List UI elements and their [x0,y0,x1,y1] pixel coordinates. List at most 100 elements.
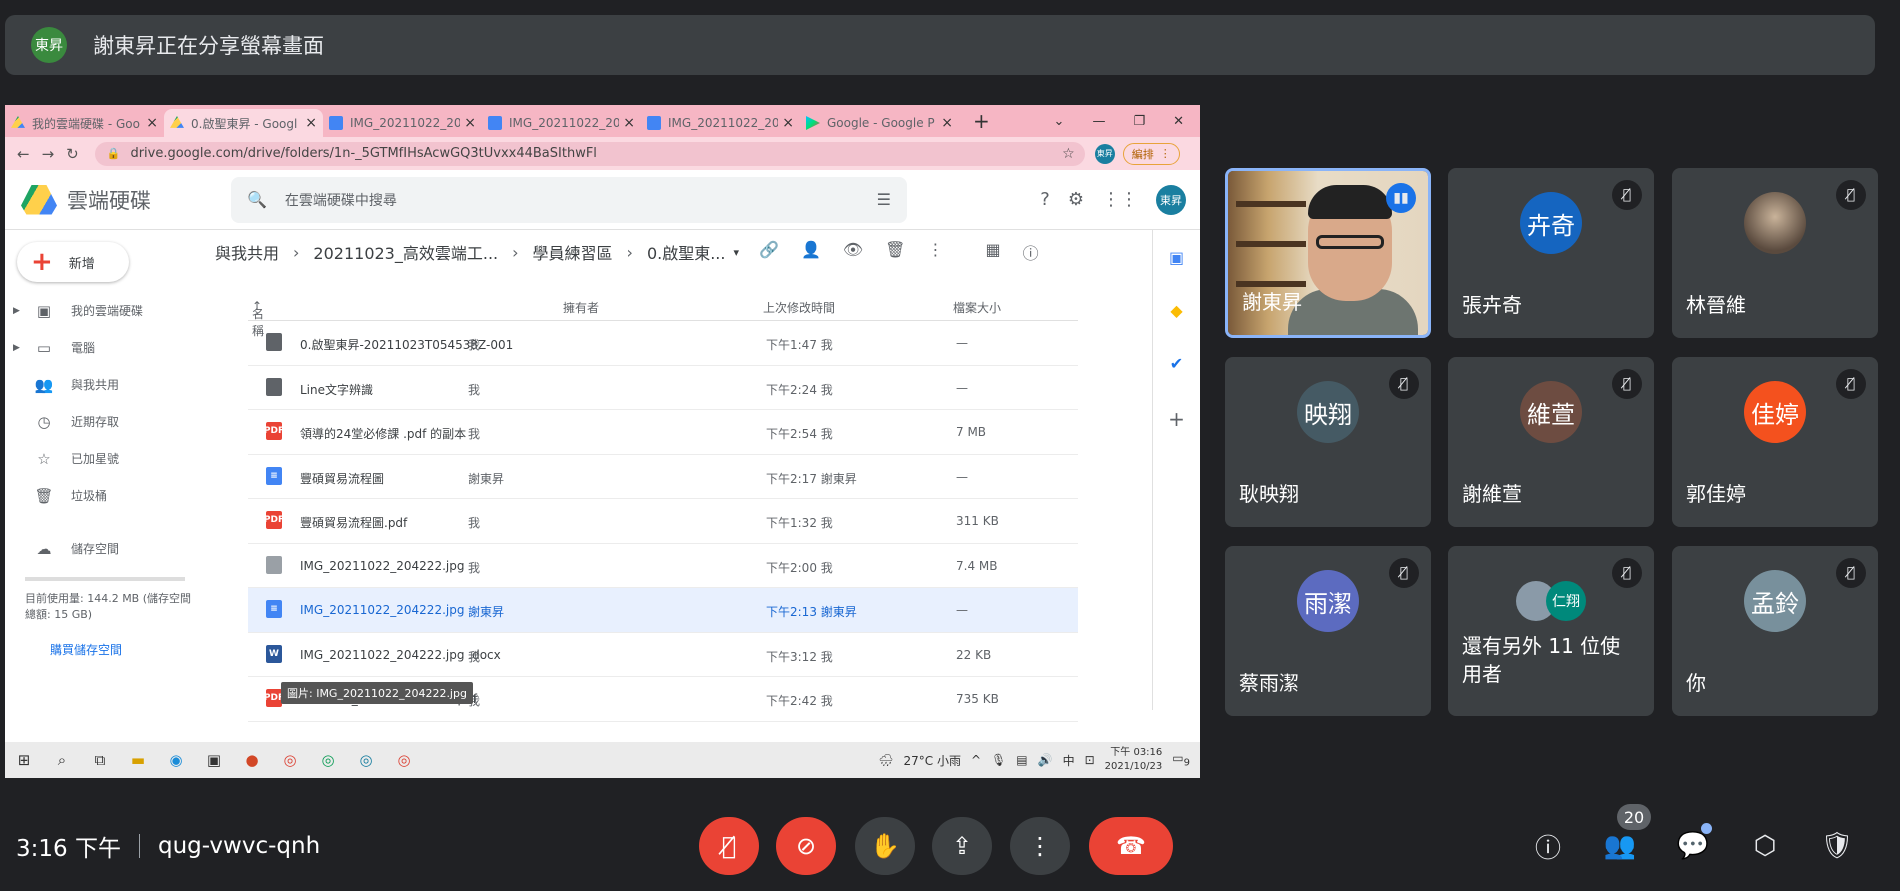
column-name[interactable]: 名稱 ↑ [252,299,264,338]
edit-button[interactable]: 編排 ⋮ [1122,142,1180,165]
participant-tile[interactable]: 🎙̸ 卉奇 張卉奇 [1448,168,1654,338]
file-explorer-icon[interactable]: ▬ [119,751,157,769]
browser-tab[interactable]: Google - Google P × [800,109,959,137]
close-tab-icon[interactable]: × [464,115,476,131]
close-tab-icon[interactable]: × [146,115,158,131]
mic-off-button[interactable]: 🎙̸ [699,817,759,875]
sidebar-item-shared[interactable]: 👥 與我共用 [5,366,200,403]
browser-profile-avatar[interactable]: 東昇 [1094,143,1115,164]
drive-search-input[interactable]: 🔍 在雲端硬碟中搜尋 ☰ [231,176,907,223]
reload-icon[interactable]: ↻ [66,145,79,163]
file-row[interactable]: Line文字辨識 我 下午2:24 我 — [248,366,1078,410]
help-icon[interactable]: ? [1040,189,1050,210]
breadcrumb-item[interactable]: 學員練習區 [533,240,613,264]
edge-icon[interactable]: ◉ [157,751,195,769]
close-window-icon[interactable]: ✕ [1173,114,1184,129]
expand-arrow-icon[interactable]: ▶ [13,306,27,316]
participant-tile[interactable]: ▮▮ 謝東昇 [1225,168,1431,338]
camera-off-button[interactable]: ⊘ [776,817,836,875]
sidebar-item-recent[interactable]: ◷ 近期存取 [5,403,200,440]
tasks-icon[interactable]: ✔ [1170,354,1183,373]
breadcrumb-item[interactable]: 與我共用 [215,240,279,264]
account-avatar[interactable]: 東昇 [1156,184,1186,215]
volume-icon[interactable]: 🔊 [1038,753,1053,767]
sidebar-item-trash[interactable]: 🗑 垃圾桶 [5,477,200,514]
expand-arrow-icon[interactable]: ▶ [13,343,27,353]
browser-tab[interactable]: IMG_20211022_20 × [323,109,482,137]
chrome-profile-icon[interactable]: ◎ [347,751,385,769]
tab-search-icon[interactable]: ⌄ [1054,114,1065,129]
breadcrumb-item-current[interactable]: 0.啟聖東... [647,240,726,264]
sidebar-item-starred[interactable]: ☆ 已加星號 [5,440,200,477]
participant-tile[interactable]: 🎙̸ 林晉維 [1672,168,1878,338]
file-row[interactable]: PDF 豐碩貿易流程圖.pdf 我 下午1:32 我 311 KB [248,499,1078,544]
close-tab-icon[interactable]: × [782,115,794,131]
restore-icon[interactable]: ❐ [1133,114,1145,129]
file-row[interactable]: IMG_20211022_204222.jpg 我 下午2:00 我 7.4 MB [248,544,1078,588]
minimize-icon[interactable]: — [1092,114,1105,129]
info-icon[interactable]: ⓘ [1023,240,1039,264]
browser-tab[interactable]: IMG_20211022_20 × [641,109,800,137]
participant-tile[interactable]: 🎙̸ 佳婷 郭佳婷 [1672,357,1878,527]
preview-eye-icon[interactable]: 👁 [843,240,863,264]
close-tab-icon[interactable]: × [941,115,953,131]
bookmark-star-icon[interactable]: ☆ [1062,146,1075,162]
participant-tile[interactable]: 🎙̸ 孟鈴你 [1672,546,1878,716]
close-tab-icon[interactable]: × [623,115,635,131]
delete-icon[interactable]: 🗑 [885,240,905,264]
file-row[interactable]: ≡ 豐碩貿易流程圖 謝東昇 下午2:17 謝東昇 — [248,455,1078,499]
store-icon[interactable]: ▣ [195,751,233,769]
add-addon-icon[interactable]: + [1168,407,1185,431]
chrome-icon[interactable]: ◎ [271,751,309,769]
people-button[interactable]: 👥 [1602,828,1638,864]
participant-tile[interactable]: 🎙̸ 雨潔 蔡雨潔 [1225,546,1431,716]
buy-storage-link[interactable]: 購買儲存空間 [50,641,200,658]
browser-tab[interactable]: 我的雲端硬碟 - Goo × [5,109,164,137]
more-options-button[interactable]: ⋮ [1010,817,1070,875]
chrome-icon[interactable]: ◎ [385,751,423,769]
search-options-icon[interactable]: ☰ [877,190,891,209]
apps-grid-icon[interactable]: ⋮⋮ [1102,189,1138,210]
breadcrumb-item[interactable]: 20211023_高效雲端工... [313,240,498,264]
meeting-details-button[interactable]: ⓘ [1530,828,1566,864]
file-row[interactable]: ≡ IMG_20211022_204222.jpg 謝東昇 下午2:13 謝東昇 — [248,588,1078,633]
more-actions-icon[interactable]: ⋮ [927,240,943,264]
raise-hand-button[interactable]: ✋ [855,817,915,875]
sidebar-item-my-drive[interactable]: ▶ ▣ 我的雲端硬碟 [5,292,200,329]
weather-text[interactable]: 27°C 小雨 [904,752,961,769]
close-tab-icon[interactable]: × [305,115,317,131]
windows-start-icon[interactable]: ⊞ [5,751,43,769]
new-button[interactable]: + 新增 [17,242,129,282]
forward-icon[interactable]: → [42,145,55,163]
sidebar-item-computers[interactable]: ▶ ▭ 電腦 [5,329,200,366]
browser-tab[interactable]: IMG_20211022_20 × [482,109,641,137]
file-row[interactable]: PDF 領導的24堂必修課 .pdf 的副本我 下午2:54 我 7 MB [248,410,1078,455]
tray-clock[interactable]: 下午 03:16 2021/10/23 [1105,746,1163,774]
participant-tile[interactable]: 🎙̸ 仁翔 還有另外 11 位使用者 [1448,546,1654,716]
url-field[interactable]: 🔒 drive.google.com/drive/folders/1n-_5GT… [94,141,1085,166]
file-row[interactable]: W IMG_20211022_204222.jpg .docx 我下午3:12 我2… [248,633,1078,677]
browser-tab-active[interactable]: 0.啟聖東昇 - Googl × [164,109,323,137]
keep-icon[interactable]: ◆ [1170,301,1182,320]
taskbar-search-icon[interactable]: ⌕ [43,751,81,769]
column-modified[interactable]: 上次修改時間 [763,299,835,316]
link-icon[interactable]: 🔗 [759,240,779,264]
add-person-icon[interactable]: 👤 [801,240,821,264]
ime-indicator[interactable]: 中 [1063,752,1075,769]
powerpoint-icon[interactable]: ● [233,751,271,769]
activities-button[interactable]: ⬡ [1747,828,1783,864]
notification-icon[interactable]: ▭9 [1172,751,1190,768]
chrome-profile-icon[interactable]: ◎ [309,751,347,769]
leave-call-button[interactable]: ☎ [1089,817,1173,875]
task-view-icon[interactable]: ⧉ [81,751,119,769]
present-screen-button[interactable]: ⇪ [932,817,992,875]
sidebar-item-storage[interactable]: ☁ 儲存空間 [5,530,200,567]
calendar-icon[interactable]: ▣ [1169,248,1184,267]
participant-tile[interactable]: 🎙̸ 維萱 謝維萱 [1448,357,1654,527]
new-tab-button[interactable]: + [973,109,990,133]
tray-chevron-icon[interactable]: ^ [971,753,981,767]
settings-icon[interactable]: ⚙ [1068,189,1084,210]
chevron-down-icon[interactable]: ▾ [733,246,739,259]
ime-mode-icon[interactable]: ⊡ [1085,753,1095,767]
host-controls-button[interactable]: 🛡 [1819,828,1855,864]
